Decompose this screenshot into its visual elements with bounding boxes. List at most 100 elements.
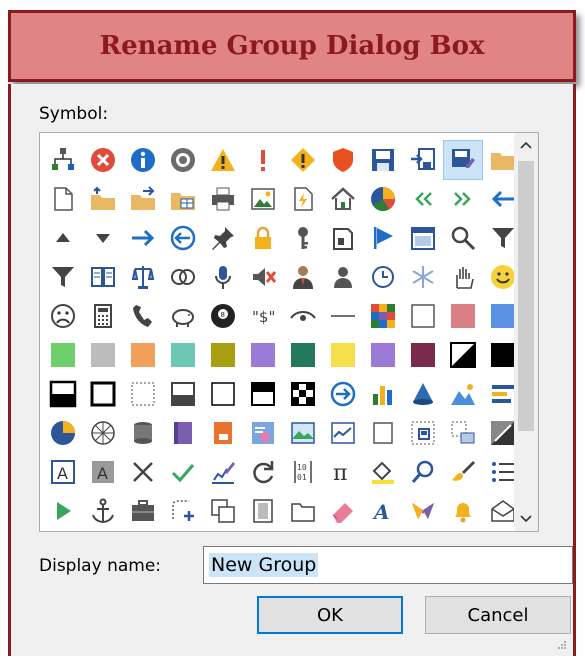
border-top-icon[interactable] [244,375,282,413]
people-group-icon[interactable] [244,414,282,452]
swatch-green-icon[interactable] [44,336,82,374]
right-arrow-icon[interactable] [124,219,162,257]
lock-icon[interactable] [244,219,282,257]
page-icon[interactable] [324,219,362,257]
flag-icon[interactable] [364,219,402,257]
shape-add-icon[interactable] [164,492,202,530]
save-as-icon[interactable] [443,140,483,180]
swatch-olive-icon[interactable] [204,336,242,374]
text-a-icon[interactable]: A [44,453,82,491]
dollar-quote-icon[interactable]: "$" [244,297,282,335]
mountain-chart-icon[interactable] [444,375,482,413]
swatch-gray-icon[interactable] [84,336,122,374]
border-fill-bottom-icon[interactable] [164,375,202,413]
save-icon[interactable] [364,141,402,179]
text-a-gray-icon[interactable]: A [84,453,122,491]
dash-icon[interactable] [324,297,362,335]
pie-quarter-icon[interactable] [44,414,82,452]
swatch-yellow-icon[interactable] [324,336,362,374]
office-logo-icon[interactable] [404,492,442,530]
symbol-grid[interactable]: 8 "$" A A 10 01 π A [39,132,539,532]
border-outline-icon[interactable] [84,375,122,413]
org-chart-icon[interactable] [44,141,82,179]
table-select-icon[interactable] [404,414,442,452]
warning-icon[interactable] [204,141,242,179]
swatch-darkgreen-icon[interactable] [284,336,322,374]
binary-icon[interactable]: 10 01 [284,453,322,491]
briefcase-icon[interactable] [124,492,162,530]
eye-icon[interactable] [284,297,322,335]
document-icon[interactable] [44,180,82,218]
triangle-down-icon[interactable] [84,219,122,257]
database-icon[interactable] [124,414,162,452]
exclamation-icon[interactable] [244,141,282,179]
folder-outline-icon[interactable] [284,492,322,530]
book-orange-icon[interactable] [204,414,242,452]
pin-icon[interactable] [204,219,242,257]
edit-chart-icon[interactable] [204,453,242,491]
anchor-icon[interactable] [84,492,122,530]
eraser-icon[interactable] [324,492,362,530]
clock-icon[interactable] [364,258,402,296]
swatch-rose-icon[interactable] [444,297,482,335]
web-icon[interactable] [84,414,122,452]
folder-grid-icon[interactable] [164,180,202,218]
swatch-violet-icon[interactable] [364,336,402,374]
ok-button[interactable]: OK [257,596,403,634]
hand-icon[interactable] [444,258,482,296]
paint-bucket-icon[interactable] [364,453,402,491]
folder-move-icon[interactable] [124,180,162,218]
error-icon[interactable] [84,141,122,179]
diamond-warning-icon[interactable] [284,141,322,179]
record-icon[interactable] [164,141,202,179]
mute-icon[interactable] [244,258,282,296]
vertical-scrollbar[interactable] [514,133,538,531]
person-icon[interactable] [284,258,322,296]
table-resize-icon[interactable] [444,414,482,452]
landscape-icon[interactable] [284,414,322,452]
resize-grip-icon[interactable] [557,640,567,650]
book-purple-icon[interactable] [164,414,202,452]
italic-a-icon[interactable]: A [364,492,402,530]
chart-box-icon[interactable] [324,414,362,452]
swatch-orange-icon[interactable] [124,336,162,374]
rings-icon[interactable] [164,258,202,296]
display-name-input[interactable]: New Group [203,546,573,584]
triangle-up-icon[interactable] [44,219,82,257]
document-flash-icon[interactable] [284,180,322,218]
border-bottom-icon[interactable] [44,375,82,413]
swatch-maroon-icon[interactable] [404,336,442,374]
back-circle-icon[interactable] [164,219,202,257]
scroll-up-button[interactable] [514,133,538,157]
scales-icon[interactable] [124,258,162,296]
circle-arrow-icon[interactable] [324,375,362,413]
snowflake-icon[interactable] [404,258,442,296]
bell-icon[interactable] [444,492,482,530]
phone-icon[interactable] [124,297,162,335]
frown-icon[interactable] [44,297,82,335]
border-dotted-icon[interactable] [124,375,162,413]
magnifier-icon[interactable] [444,219,482,257]
info-icon[interactable] [124,141,162,179]
picture-icon[interactable] [244,180,282,218]
book-icon[interactable] [84,258,122,296]
user-icon[interactable] [324,258,362,296]
calculator-icon[interactable] [84,297,122,335]
home-icon[interactable] [324,180,362,218]
brush-icon[interactable] [444,453,482,491]
page-column-icon[interactable] [244,492,282,530]
double-right-arrow-icon[interactable] [444,180,482,218]
pi-icon[interactable]: π [324,453,362,491]
checker-icon[interactable] [284,375,322,413]
filter-icon[interactable] [44,258,82,296]
checkmark-icon[interactable] [164,453,202,491]
copy-icon[interactable] [204,492,242,530]
scroll-down-button[interactable] [514,507,538,531]
folder-up-icon[interactable] [84,180,122,218]
swatch-teal-icon[interactable] [164,336,202,374]
cone-icon[interactable] [404,375,442,413]
swatch-purple-icon[interactable] [244,336,282,374]
printer-icon[interactable] [204,180,242,218]
cancel-button[interactable]: Cancel [425,596,571,634]
microphone-icon[interactable] [204,258,242,296]
